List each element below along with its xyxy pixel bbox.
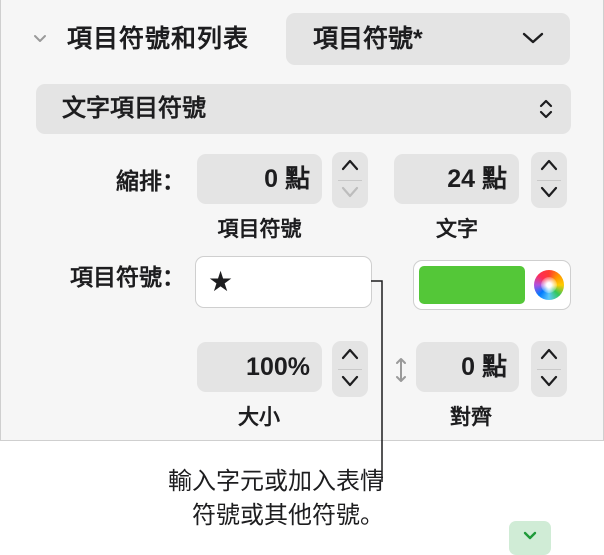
chevron-down-icon — [522, 32, 544, 44]
bullet-type-value: 文字項目符號 — [62, 95, 206, 122]
stepper-down-icon[interactable] — [540, 185, 558, 199]
text-indent-stepper[interactable] — [531, 152, 567, 208]
stepper-up-icon[interactable] — [341, 158, 359, 172]
bullet-align-field[interactable]: 0 點 — [416, 342, 519, 392]
bullet-size-field[interactable]: 100% — [197, 342, 322, 392]
stepper-down-icon[interactable] — [341, 185, 359, 199]
disclosure-chevron-icon[interactable] — [31, 30, 49, 48]
bullet-label: 項目符號： — [70, 264, 185, 290]
callout-line — [371, 280, 383, 482]
bullet-picker-button[interactable] — [509, 521, 551, 555]
list-style-popup[interactable]: 項目符號* — [286, 13, 570, 65]
stepper-up-icon[interactable] — [540, 158, 558, 172]
color-swatch[interactable] — [419, 266, 525, 304]
bullet-color-well[interactable] — [413, 260, 571, 310]
text-indent-field[interactable]: 24 點 — [394, 154, 519, 204]
callout-line-1: 輸入字元或加入表情 — [168, 468, 384, 495]
up-down-chevron-icon — [539, 99, 553, 119]
color-wheel-icon[interactable] — [534, 270, 564, 300]
callout-line-2: 符號或其他符號。 — [192, 502, 384, 529]
star-bullet-glyph: ★ — [208, 266, 234, 297]
list-style-value: 項目符號* — [313, 25, 423, 53]
bullet-size-caption: 大小 — [238, 406, 280, 429]
stepper-up-icon[interactable] — [341, 347, 359, 361]
bullet-size-stepper[interactable] — [332, 341, 368, 397]
chevron-down-icon — [523, 531, 537, 540]
bullet-align-caption: 對齊 — [450, 406, 492, 429]
bullet-align-stepper[interactable] — [531, 341, 567, 397]
bullets-lists-panel: 項目符號和列表 項目符號* 文字項目符號 縮排： 0 點 項目符號 24 點 文… — [0, 0, 604, 555]
section-title[interactable]: 項目符號和列表 — [67, 22, 249, 56]
bullet-type-popup[interactable]: 文字項目符號 — [36, 84, 571, 134]
stepper-up-icon[interactable] — [540, 347, 558, 361]
bullet-indent-stepper[interactable] — [332, 152, 368, 208]
bullet-character-field[interactable]: ★ — [195, 256, 551, 555]
indent-label: 縮排： — [116, 168, 185, 194]
bullet-indent-caption: 項目符號 — [217, 218, 302, 241]
text-indent-caption: 文字 — [436, 218, 478, 241]
vertical-align-icon — [396, 358, 406, 382]
stepper-down-icon[interactable] — [341, 374, 359, 388]
bullet-indent-field[interactable]: 0 點 — [197, 154, 322, 204]
stepper-down-icon[interactable] — [540, 374, 558, 388]
